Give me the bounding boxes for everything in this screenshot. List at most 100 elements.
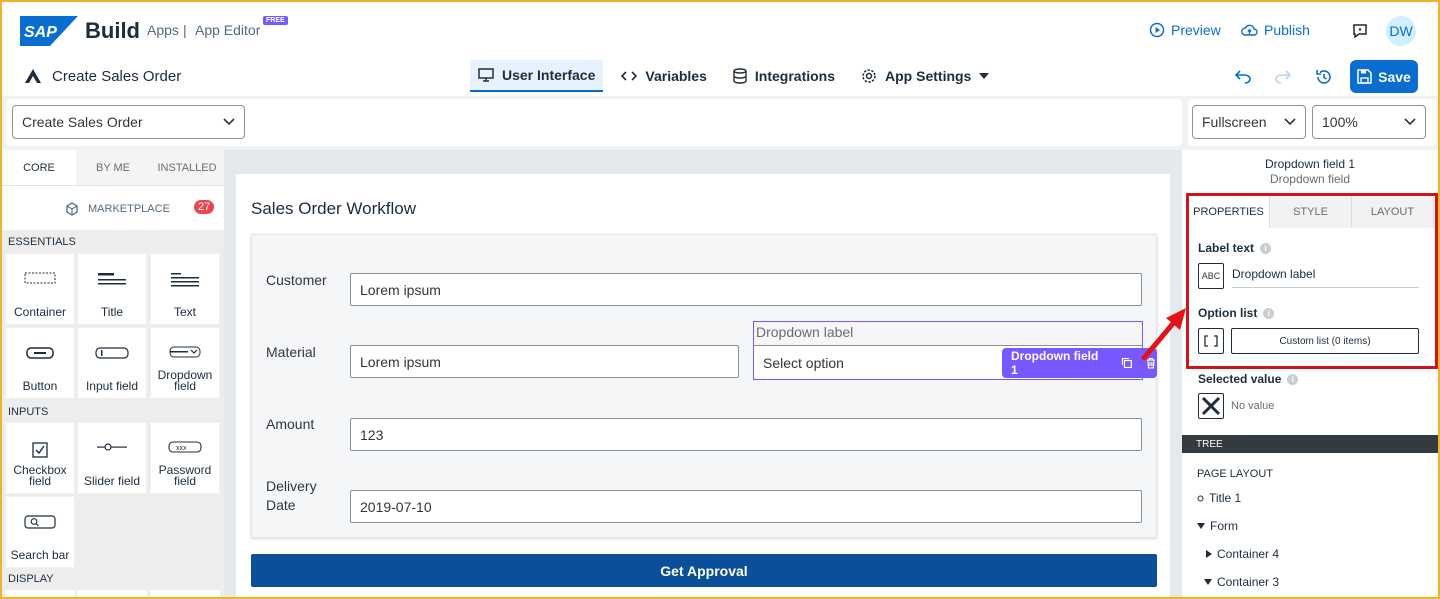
component-checkbox-field[interactable]: Checkbox field xyxy=(5,422,75,494)
tab-core[interactable]: CORE xyxy=(2,150,76,185)
feedback-icon[interactable] xyxy=(1351,22,1369,40)
highlight-box xyxy=(1186,193,1438,369)
canvas-page-title[interactable]: Sales Order Workflow xyxy=(251,199,416,219)
container-icon xyxy=(24,272,56,284)
sap-logo[interactable]: SAP xyxy=(20,16,78,46)
section-display: DISPLAY xyxy=(8,573,54,585)
design-canvas: Sales Order Workflow Customer Lorem ipsu… xyxy=(224,150,1182,599)
info-icon[interactable]: i xyxy=(1287,373,1299,385)
customer-input[interactable]: Lorem ipsum xyxy=(350,273,1142,306)
gear-icon xyxy=(862,69,876,83)
component-input-field[interactable]: Input field xyxy=(77,327,147,399)
slider-icon xyxy=(97,443,127,451)
component-label: Checkbox field xyxy=(13,463,67,488)
component-tile-partial xyxy=(150,590,220,599)
tree-node-container4[interactable]: Container 4 xyxy=(1206,547,1279,561)
x-icon xyxy=(1201,396,1221,416)
tab-installed[interactable]: INSTALLED xyxy=(150,150,224,185)
tab-by-me[interactable]: BY ME xyxy=(76,150,150,185)
selected-component-type: Dropdown field xyxy=(1269,172,1351,186)
dropdown-placeholder: Select option xyxy=(763,354,844,371)
dropdown-label: Dropdown label xyxy=(756,324,854,340)
page-select[interactable]: Create Sales Order xyxy=(12,105,245,139)
component-search-bar[interactable]: Search bar xyxy=(5,496,75,568)
input-field-icon xyxy=(95,347,129,359)
password-field-icon: xxx xyxy=(168,441,202,453)
component-tile-partial xyxy=(77,590,147,599)
code-icon xyxy=(621,71,638,81)
component-button[interactable]: Button xyxy=(5,327,75,399)
component-label: Container xyxy=(13,305,67,319)
tab-variables[interactable]: Variables xyxy=(613,60,715,92)
component-title[interactable]: Title xyxy=(77,253,147,325)
page-title: Create Sales Order xyxy=(52,68,182,85)
component-tabs: CORE BY ME INSTALLED xyxy=(2,150,224,186)
component-label: Title xyxy=(100,305,124,319)
breadcrumb-separator: | xyxy=(183,22,187,38)
get-approval-button[interactable]: Get Approval xyxy=(251,554,1157,587)
tree-node-container3[interactable]: Container 3 xyxy=(1204,575,1279,589)
component-container[interactable]: Container xyxy=(5,253,75,325)
page-toolbar: Create Sales Order Fullscreen 100% xyxy=(2,96,1438,150)
component-label: Button xyxy=(22,379,58,393)
component-label: Search bar xyxy=(10,548,70,562)
material-label: Material xyxy=(266,344,316,360)
tree-label: Container 4 xyxy=(1217,547,1280,561)
selected-value-title: Selected value xyxy=(1198,372,1282,386)
delivery-label-line2: Date xyxy=(266,497,296,513)
amount-label: Amount xyxy=(266,416,315,432)
selected-component-chip[interactable]: Dropdown field 1 xyxy=(1002,348,1157,378)
copy-icon[interactable] xyxy=(1121,357,1133,369)
component-slider-field[interactable]: Slider field xyxy=(77,422,147,494)
redo-icon[interactable] xyxy=(1274,68,1292,84)
save-button[interactable]: Save xyxy=(1350,60,1418,93)
form-container[interactable]: Customer Lorem ipsum Material Lorem ipsu… xyxy=(251,234,1157,538)
preview-label: Preview xyxy=(1171,22,1221,38)
publish-button[interactable]: Publish xyxy=(1241,22,1310,38)
zoom-select[interactable]: 100% xyxy=(1312,105,1426,139)
delivery-date-input[interactable]: 2019-07-10 xyxy=(350,490,1142,523)
material-input[interactable]: Lorem ipsum xyxy=(350,345,739,378)
chip-label: Dropdown field 1 xyxy=(1011,349,1099,377)
component-tile-partial xyxy=(5,590,75,599)
component-dropdown-field[interactable]: Dropdown field xyxy=(150,327,220,399)
component-password-field[interactable]: xxx Password field xyxy=(150,422,220,494)
preview-button[interactable]: Preview xyxy=(1149,22,1221,38)
page-select-value: Create Sales Order xyxy=(22,114,143,130)
history-icon[interactable] xyxy=(1315,68,1333,86)
view-select[interactable]: Fullscreen xyxy=(1192,105,1306,139)
undo-icon[interactable] xyxy=(1234,68,1252,84)
tab-label: App Settings xyxy=(885,68,972,84)
delivery-label: Delivery Date xyxy=(266,477,317,515)
component-text[interactable]: Text xyxy=(150,253,220,325)
monitor-icon xyxy=(478,68,494,82)
component-label: Input field xyxy=(85,379,139,393)
cloud-upload-icon xyxy=(1241,24,1258,36)
svg-text:xxx: xxx xyxy=(176,445,187,452)
tree-header: TREE xyxy=(1182,435,1438,453)
tree-node-title1[interactable]: Title 1 xyxy=(1197,491,1241,505)
marketplace-link[interactable]: MARKETPLACE xyxy=(64,201,170,217)
tree-label: Form xyxy=(1210,519,1238,533)
caret-down-icon xyxy=(979,73,990,79)
amount-input[interactable]: 123 xyxy=(350,418,1142,451)
component-label: Dropdown field xyxy=(157,368,213,393)
caret-down-icon[interactable] xyxy=(1204,579,1212,585)
tab-app-settings[interactable]: App Settings xyxy=(853,60,997,92)
app-editor-label: App Editor xyxy=(195,22,261,38)
tab-label: Variables xyxy=(645,68,707,84)
zoom-select-value: 100% xyxy=(1322,114,1358,130)
tab-user-interface[interactable]: User Interface xyxy=(470,60,604,92)
tree-node-form[interactable]: Form xyxy=(1197,519,1238,533)
database-icon xyxy=(733,68,747,84)
component-label: Text xyxy=(173,305,196,319)
marketplace-count-badge: 27 xyxy=(194,200,215,214)
selected-component-name: Dropdown field 1 xyxy=(1264,157,1356,171)
no-value-icon[interactable] xyxy=(1198,393,1224,419)
apps-link[interactable]: Apps xyxy=(147,22,179,38)
marketplace-label: MARKETPLACE xyxy=(88,203,170,215)
caret-down-icon[interactable] xyxy=(1197,523,1205,529)
caret-right-icon[interactable] xyxy=(1206,550,1212,558)
tab-integrations[interactable]: Integrations xyxy=(725,60,843,92)
avatar[interactable]: DW xyxy=(1386,16,1416,46)
